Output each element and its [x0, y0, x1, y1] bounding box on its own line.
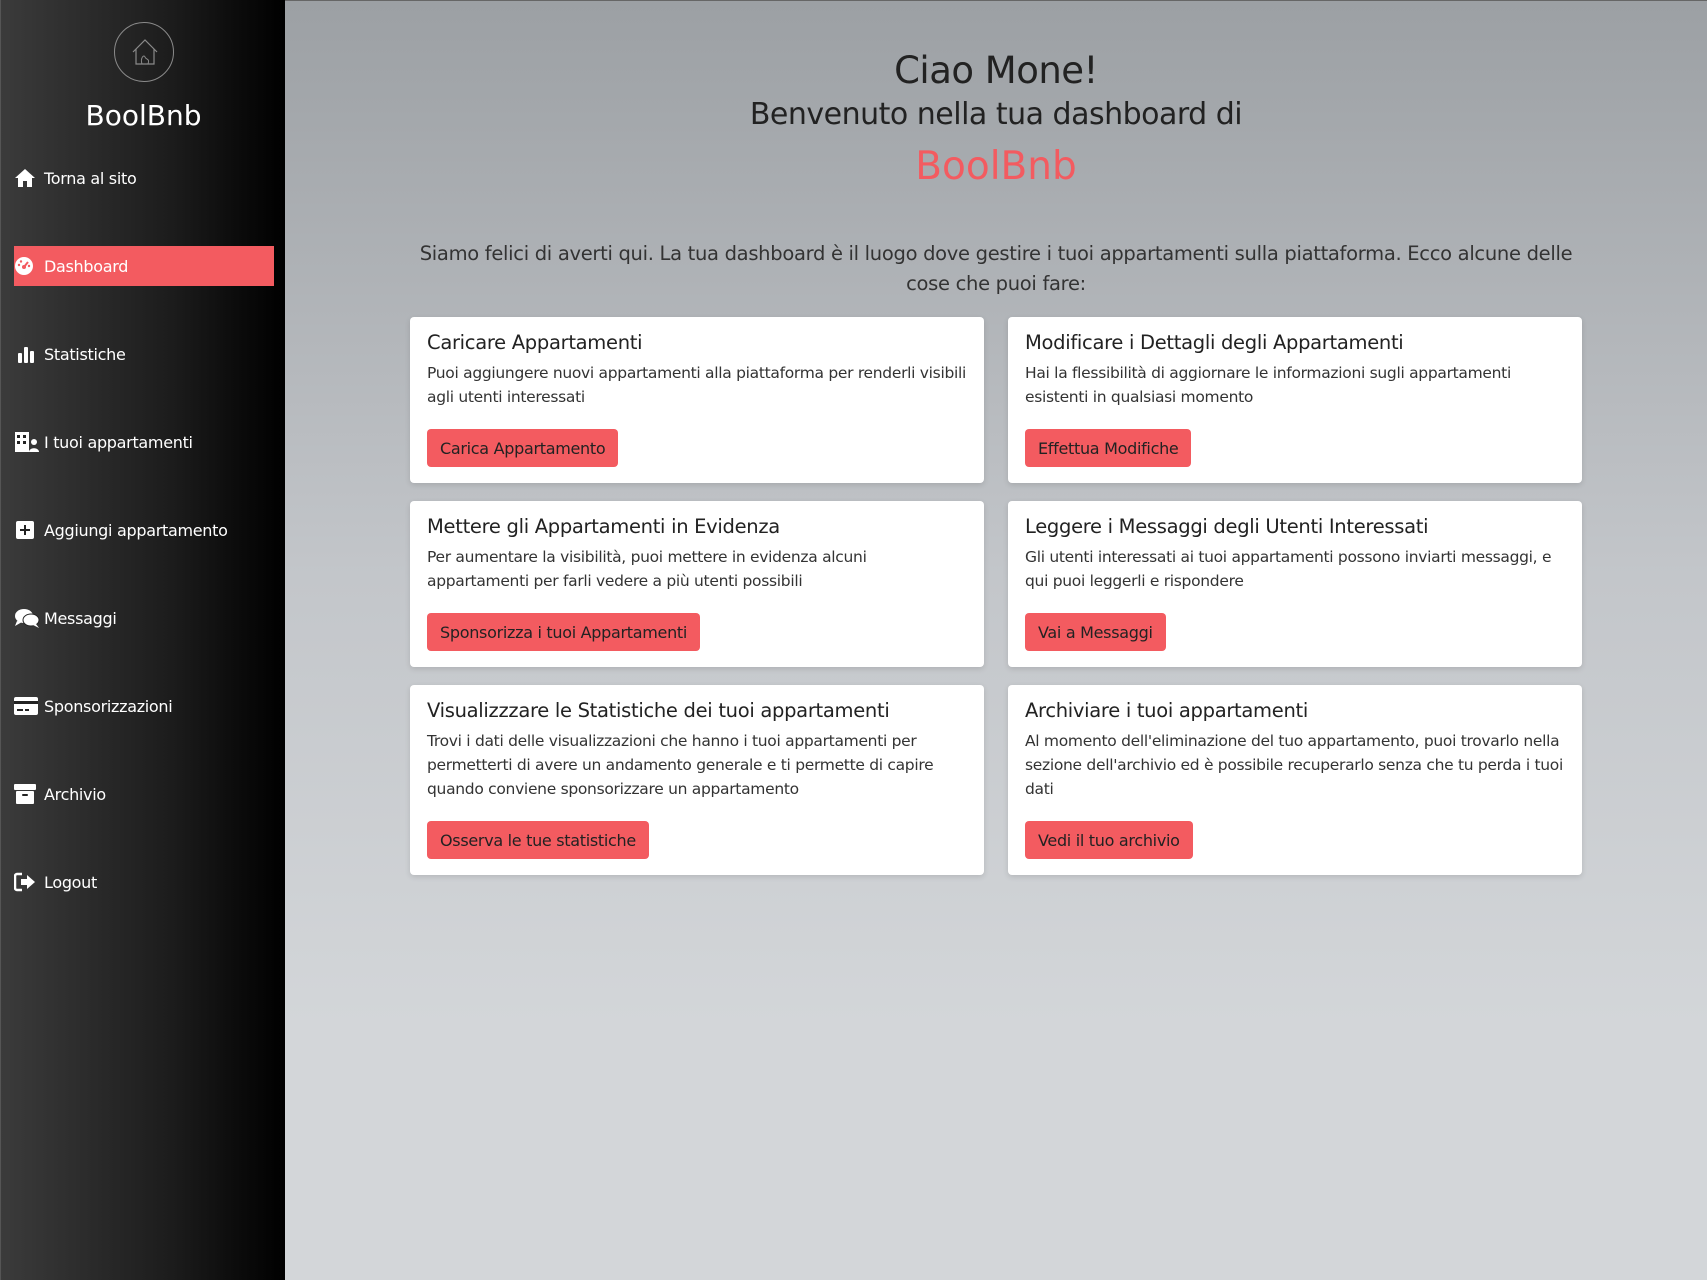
logout-icon: [14, 872, 44, 892]
card-title: Leggere i Messaggi degli Utenti Interess…: [1025, 515, 1429, 538]
archive-box-icon: [14, 784, 44, 804]
sidebar-item-label: Logout: [44, 872, 97, 892]
sidebar-item-label: Statistiche: [44, 344, 126, 364]
card-text: Hai la flessibilità di aggiornare le inf…: [1025, 364, 1511, 406]
logo-icon: [113, 22, 174, 82]
card-caricare-appartamenti: Caricare Appartamenti Puoi aggiungere nu…: [410, 317, 984, 483]
welcome-text: Benvenuto nella tua dashboard di: [749, 97, 1243, 132]
sidebar-item-logout[interactable]: Logout: [14, 862, 274, 902]
sidebar-item-label: Messaggi: [44, 608, 117, 628]
sponsorizza-button[interactable]: Sponsorizza i tuoi Appartamenti: [427, 613, 701, 651]
card-visualizzare-statistiche: Visualizzzare le Statistiche dei tuoi ap…: [410, 685, 984, 875]
comments-icon: [14, 608, 44, 628]
sidebar-item-label: Dashboard: [44, 256, 129, 276]
credit-card-icon: [14, 697, 44, 715]
sidebar-item-label: I tuoi appartamenti: [44, 432, 193, 452]
osserva-statistiche-button[interactable]: Osserva le tue statistiche: [427, 821, 649, 859]
sidebar-item-label: Torna al sito: [44, 168, 137, 188]
logo[interactable]: [1, 22, 286, 82]
bar-chart-icon: [14, 345, 44, 363]
sidebar-brand: BoolBnb: [85, 99, 202, 132]
card-archiviare-appartamenti: Archiviare i tuoi appartamenti Al moment…: [1008, 685, 1582, 875]
vai-a-messaggi-button[interactable]: Vai a Messaggi: [1025, 613, 1166, 651]
sidebar-item-dashboard[interactable]: Dashboard: [14, 246, 274, 286]
intro-text: Siamo felici di averti qui. La tua dashb…: [419, 242, 1573, 295]
building-user-icon: [14, 431, 44, 453]
sidebar-item-label: Archivio: [44, 784, 106, 804]
sidebar-item-sponsorizzazioni[interactable]: Sponsorizzazioni: [14, 686, 274, 726]
brand-title: BoolBnb: [915, 144, 1077, 189]
greeting: Ciao Mone!: [894, 49, 1098, 92]
sidebar-item-messaggi[interactable]: Messaggi: [14, 598, 274, 638]
effettua-modifiche-button[interactable]: Effettua Modifiche: [1025, 429, 1192, 467]
card-text: Per aumentare la visibilità, puoi metter…: [427, 548, 867, 590]
sidebar: BoolBnb Torna al sito Dashboard Statisti…: [0, 0, 285, 1280]
card-title: Modificare i Dettagli degli Appartamenti: [1025, 331, 1404, 354]
sidebar-item-torna-al-sito[interactable]: Torna al sito: [14, 158, 274, 198]
sidebar-item-label: Sponsorizzazioni: [44, 696, 173, 716]
carica-appartamento-button[interactable]: Carica Appartamento: [427, 429, 619, 467]
sidebar-item-label: Aggiungi appartamento: [44, 520, 228, 540]
card-title: Mettere gli Appartamenti in Evidenza: [427, 515, 780, 538]
card-text: Trovi i dati delle visualizzazioni che h…: [427, 732, 934, 798]
card-text: Puoi aggiungere nuovi appartamenti alla …: [427, 364, 967, 406]
sidebar-item-aggiungi-appartamento[interactable]: Aggiungi appartamento: [14, 510, 274, 550]
card-title: Caricare Appartamenti: [427, 331, 643, 354]
plus-square-icon: [14, 521, 44, 539]
sidebar-item-archivio[interactable]: Archivio: [14, 774, 274, 814]
card-title: Archiviare i tuoi appartamenti: [1025, 699, 1308, 722]
vedi-archivio-button[interactable]: Vedi il tuo archivio: [1025, 821, 1193, 859]
card-text: Al momento dell'eliminazione del tuo app…: [1025, 732, 1563, 798]
card-text: Gli utenti interessati ai tuoi appartame…: [1025, 548, 1552, 590]
sidebar-item-statistiche[interactable]: Statistiche: [14, 334, 274, 374]
gauge-icon: [14, 256, 44, 276]
card-mettere-in-evidenza: Mettere gli Appartamenti in Evidenza Per…: [410, 501, 984, 667]
main-content: Ciao Mone! Benvenuto nella tua dashboard…: [285, 0, 1707, 1280]
card-leggere-messaggi: Leggere i Messaggi degli Utenti Interess…: [1008, 501, 1582, 667]
home-icon: [14, 168, 44, 188]
card-title: Visualizzzare le Statistiche dei tuoi ap…: [427, 699, 890, 722]
card-modificare-dettagli: Modificare i Dettagli degli Appartamenti…: [1008, 317, 1582, 483]
sidebar-item-i-tuoi-appartamenti[interactable]: I tuoi appartamenti: [14, 422, 274, 462]
